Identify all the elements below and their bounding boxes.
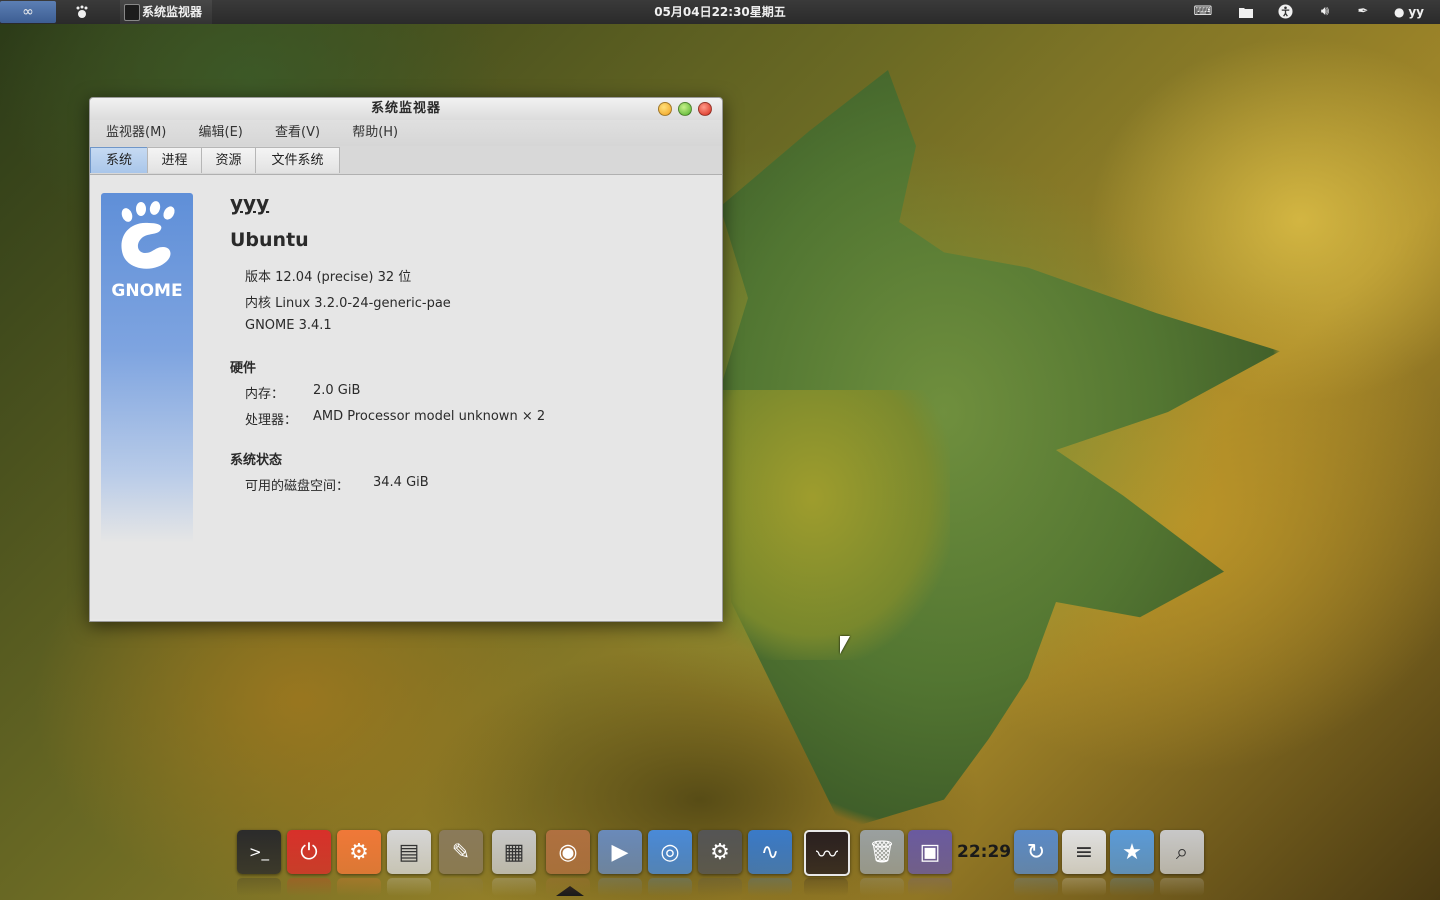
volume-icon[interactable]: 🔊︎ (1314, 0, 1336, 24)
search-clock-icon[interactable]: ⌕ (1160, 830, 1204, 874)
kernel-line: 内核 Linux 3.2.0-24-generic-pae (245, 296, 451, 311)
favorites-folder-icon[interactable]: ★ (1110, 830, 1154, 874)
app-menu-label: 系统监视器 (142, 5, 203, 19)
window-title: 系统监视器 (370, 101, 441, 116)
dock-reflection (287, 878, 331, 896)
activities-button[interactable]: ∞ (0, 1, 56, 23)
chat-icon: ● (1394, 5, 1405, 19)
menu-edit[interactable]: 编辑(E) (183, 120, 255, 146)
calculator-icon[interactable]: ▦ (492, 830, 536, 874)
top-panel: ∞ 系统监视器 05月04日22:30星期五 ⌨ 🔊︎ ✒ ● yy (0, 0, 1440, 24)
dock-reflection (1110, 878, 1154, 896)
dock-reflection (748, 878, 792, 896)
tab-processes[interactable]: 进程 (147, 147, 202, 173)
dock-reflection (1062, 878, 1106, 896)
gnome-version-line: GNOME 3.4.1 (245, 318, 332, 333)
dock-reflection (387, 878, 431, 896)
gnome-banner: GNOME (101, 193, 193, 543)
tab-filesystems[interactable]: 文件系统 (255, 147, 340, 173)
wallpaper-leaf-highlight (720, 390, 950, 660)
user-menu[interactable]: ● yy (1394, 0, 1434, 24)
menu-help[interactable]: 帮助(H) (336, 120, 410, 146)
memory-value: 2.0 GiB (313, 383, 361, 398)
dock-reflection (1014, 878, 1058, 896)
pen-icon[interactable]: ✒ (1352, 0, 1374, 24)
status-heading: 系统状态 (230, 453, 283, 468)
disk-label: 可用的磁盘空间： (245, 479, 350, 494)
distro-name: Ubuntu (230, 229, 309, 251)
tab-bar: 系统 进程 资源 文件系统 (90, 146, 722, 175)
dock-reflection (860, 878, 904, 896)
dock-reflection (598, 878, 642, 896)
folder-icon[interactable] (1235, 0, 1257, 24)
cpu-value: AMD Processor model unknown × 2 (313, 409, 546, 424)
dock-reflection (1160, 878, 1204, 896)
speaker-icon[interactable]: ◉ (546, 830, 590, 874)
system-monitor-mini-icon (124, 4, 140, 21)
workspace-icon[interactable]: ▣ (908, 830, 952, 874)
maximize-button[interactable] (678, 102, 692, 116)
top-clock[interactable]: 05月04日22:30星期五 (620, 0, 820, 24)
dock-reflection (804, 878, 848, 896)
user-name: yy (1408, 5, 1424, 19)
version-line: 版本 12.04 (precise) 32 位 (245, 270, 412, 285)
window-titlebar[interactable]: 系统监视器 (90, 98, 722, 120)
infinity-icon: ∞ (22, 4, 34, 20)
dock-reflection (439, 878, 483, 896)
app-menu[interactable]: 系统监视器 (120, 0, 213, 24)
hardware-heading: 硬件 (230, 361, 257, 376)
dock-reflection (337, 878, 381, 896)
close-button[interactable] (698, 102, 712, 116)
gimp-icon[interactable]: ✎ (439, 830, 483, 874)
gnome-logo-text: GNOME (111, 281, 183, 301)
memory-label: 内存： (245, 387, 285, 402)
sync-icon[interactable]: ↻ (1014, 830, 1058, 874)
settings-tools-icon[interactable]: ⚙ (337, 830, 381, 874)
dock-reflection (698, 878, 742, 896)
hostname: yyy (230, 191, 270, 215)
disk-value: 34.4 GiB (373, 475, 429, 490)
terminal-icon[interactable]: >_ (237, 830, 281, 874)
system-monitor-icon[interactable]: ∿ (748, 830, 792, 874)
tab-resources[interactable]: 资源 (201, 147, 256, 173)
dock-reflection (908, 878, 952, 896)
menu-monitor[interactable]: 监视器(M) (90, 120, 178, 146)
dock-clock[interactable]: 22:29 (957, 842, 1011, 862)
gnome-foot-icon[interactable] (70, 0, 94, 24)
cpu-label: 处理器： (245, 413, 298, 428)
keyboard-icon[interactable]: ⌨ (1192, 0, 1214, 24)
dock: 22:29 >_ ⏻ ⚙ ▤ ✎ ▦ ◉ ▶ ◎ ⚙ ∿ 〰 🗑︎ ▣ ↻ ≡ ★ ⌕ (230, 826, 1210, 900)
system-tab-content: GNOME yyy Ubuntu 版本 12.04 (precise) 32 位… (90, 175, 722, 619)
video-editor-icon[interactable]: ▶ (598, 830, 642, 874)
system-settings-icon[interactable]: ⚙ (698, 830, 742, 874)
minimize-button[interactable] (658, 102, 672, 116)
dock-reflection (492, 878, 536, 896)
dock-reflection (546, 878, 590, 896)
dock-reflection (648, 878, 692, 896)
gnome-logo-icon (121, 201, 175, 269)
mouse-cursor (840, 636, 850, 654)
file-cabinet-icon[interactable]: ▤ (387, 830, 431, 874)
activity-monitor-icon[interactable]: 〰 (804, 830, 850, 876)
system-monitor-window: 系统监视器 监视器(M) 编辑(E) 查看(V) 帮助(H) 系统 进程 资源 … (89, 97, 723, 622)
document-icon[interactable]: ≡ (1062, 830, 1106, 874)
power-icon[interactable]: ⏻ (287, 830, 331, 874)
trash-icon[interactable]: 🗑︎ (860, 830, 904, 874)
chromium-icon[interactable]: ◎ (648, 830, 692, 874)
dock-reflection (237, 878, 281, 896)
menubar: 监视器(M) 编辑(E) 查看(V) 帮助(H) (90, 120, 722, 146)
menu-view[interactable]: 查看(V) (259, 120, 332, 146)
tab-system[interactable]: 系统 (90, 147, 148, 173)
accessibility-icon[interactable] (1274, 0, 1296, 24)
